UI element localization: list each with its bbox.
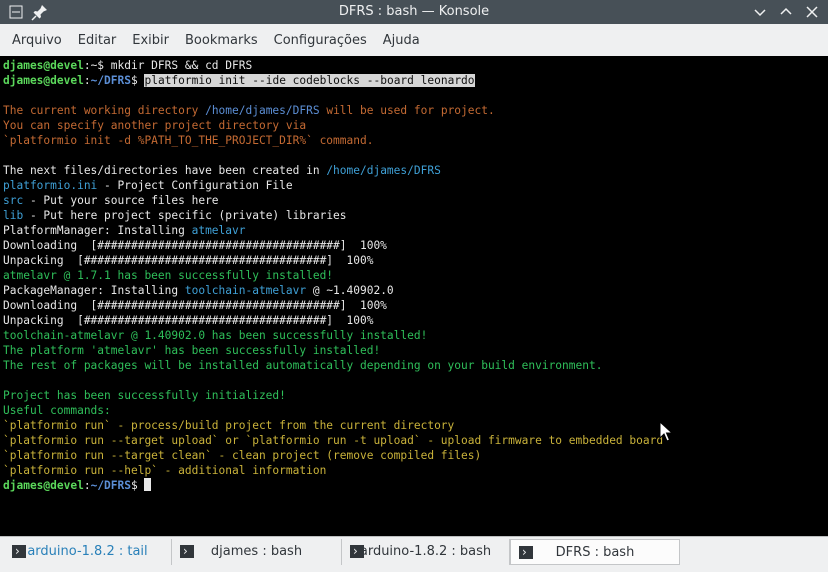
terminal-segment: Project has been successfully initialize… xyxy=(3,389,286,402)
tab-arduino-bash[interactable]: arduino-1.8.2 : bash xyxy=(342,538,510,565)
terminal-segment: PackageManager: Installing xyxy=(3,284,185,297)
terminal-view[interactable]: djames@devel:~$ mkdir DFRS && cd DFRS dja… xyxy=(0,56,828,536)
terminal-segment: atmelavr xyxy=(191,224,246,237)
terminal-segment: : xyxy=(83,74,91,87)
terminal-segment: will be used for project. xyxy=(319,104,495,117)
terminal-segment: $ xyxy=(131,74,145,87)
terminal-line: The platform 'atmelavr' has been success… xyxy=(3,343,663,358)
terminal-segment: The rest of packages will be installed a… xyxy=(3,359,603,372)
menu-bookmarks[interactable]: Bookmarks xyxy=(177,24,266,58)
terminal-segment: Downloading [###########################… xyxy=(3,299,387,312)
terminal-line: atmelavr @ 1.7.1 has been successfully i… xyxy=(3,268,663,283)
terminal-cursor xyxy=(144,478,152,491)
terminal-segment: src xyxy=(3,194,24,207)
terminal-line: djames@devel:~/DFRS$ xyxy=(3,478,663,493)
tab-bar: arduino-1.8.2 : tail djames : bash ardui… xyxy=(0,536,828,572)
terminal-segment: Unpacking [#############################… xyxy=(3,314,374,327)
terminal-segment: `platformio run --target upload` or `pla… xyxy=(3,434,664,447)
terminal-line: PackageManager: Installing toolchain-atm… xyxy=(3,283,663,298)
terminal-line: Useful commands: xyxy=(3,403,663,418)
terminal-segment: djames@devel xyxy=(3,59,84,72)
terminal-segment: djames@devel xyxy=(3,479,84,492)
terminal-output: djames@devel:~$ mkdir DFRS && cd DFRS dja… xyxy=(3,58,663,493)
terminal-line: src - Put your source files here xyxy=(3,193,663,208)
terminal-line: `platformio run --target upload` or `pla… xyxy=(3,433,663,448)
menu-editar[interactable]: Editar xyxy=(70,24,125,58)
terminal-segment: `platformio init -d %PATH_TO_THE_PROJECT… xyxy=(3,134,374,147)
tab-label: DFRS : bash xyxy=(555,545,635,560)
chevron-down-icon[interactable] xyxy=(748,0,772,24)
terminal-segment: atmelavr @ 1.7.1 has been successfully i… xyxy=(3,269,334,282)
terminal-segment: The next files/directories have been cre… xyxy=(3,164,327,177)
terminal-line: `platformio run` - process/build project… xyxy=(3,418,663,433)
terminal-segment: PlatformManager: Installing xyxy=(3,224,192,237)
terminal-line: `platformio run --target clean` - clean … xyxy=(3,448,663,463)
terminal-line: `platformio init -d %PATH_TO_THE_PROJECT… xyxy=(3,133,663,148)
terminal-line: djames@devel:~/DFRS$ platformio init --i… xyxy=(3,73,663,88)
terminal-segment: djames@devel xyxy=(3,74,84,87)
mouse-pointer-icon xyxy=(659,421,673,442)
tab-label: djames : bash xyxy=(210,544,303,559)
tab-label: arduino-1.8.2 : tail xyxy=(27,544,148,559)
menu-configuracoes[interactable]: Configurações xyxy=(266,24,375,58)
terminal-segment: `platformio run --help` - additional inf… xyxy=(3,464,327,477)
terminal-line: PlatformManager: Installing atmelavr xyxy=(3,223,663,238)
terminal-segment: The current working directory xyxy=(3,104,206,117)
terminal-segment: - Project Configuration File xyxy=(97,179,293,192)
terminal-line: Downloading [###########################… xyxy=(3,298,663,313)
terminal-line: djames@devel:~$ mkdir DFRS && cd DFRS xyxy=(3,58,663,73)
terminal-line: Unpacking [#############################… xyxy=(3,253,663,268)
window-title: DFRS : bash — Konsole xyxy=(338,4,490,19)
terminal-line: Project has been successfully initialize… xyxy=(3,388,663,403)
tab-djames-bash[interactable]: djames : bash xyxy=(172,538,342,565)
menu-exibir[interactable]: Exibir xyxy=(124,24,177,58)
terminal-segment: Unpacking [#############################… xyxy=(3,254,374,267)
tab-label: arduino-1.8.2 : bash xyxy=(359,544,492,559)
terminal-line: The rest of packages will be installed a… xyxy=(3,358,663,373)
terminal-segment: `platformio run` - process/build project… xyxy=(3,419,455,432)
terminal-segment: /home/djames/DFRS xyxy=(205,104,320,117)
terminal-segment: : xyxy=(83,479,91,492)
terminal-segment: toolchain-atmelavr @ 1.40902.0 has been … xyxy=(3,329,428,342)
terminal-line: lib - Put here project specific (private… xyxy=(3,208,663,223)
terminal-segment: :~$ mkdir DFRS && cd DFRS xyxy=(83,59,253,72)
terminal-segment: ~/DFRS xyxy=(90,479,131,492)
terminal-line: You can specify another project director… xyxy=(3,118,663,133)
tab-dfrs-bash[interactable]: DFRS : bash xyxy=(510,539,680,565)
terminal-segment: platformio.ini xyxy=(3,179,98,192)
terminal-segment: toolchain-atmelavr xyxy=(184,284,307,297)
title-bar: DFRS : bash — Konsole xyxy=(0,0,828,24)
terminal-segment: - Put your source files here xyxy=(23,194,219,207)
menu-arquivo[interactable]: Arquivo xyxy=(0,24,70,58)
terminal-segment: $ xyxy=(131,479,145,492)
menu-bar: Arquivo Editar Exibir Bookmarks Configuraçõe… xyxy=(0,24,828,56)
terminal-segment: Useful commands: xyxy=(3,404,111,417)
terminal-segment: You can specify another project director… xyxy=(3,119,307,132)
terminal-line: toolchain-atmelavr @ 1.40902.0 has been … xyxy=(3,328,663,343)
terminal-line: platformio.ini - Project Configuration F… xyxy=(3,178,663,193)
terminal-line: The next files/directories have been cre… xyxy=(3,163,663,178)
close-icon[interactable] xyxy=(800,0,824,24)
terminal-line: Unpacking [#############################… xyxy=(3,313,663,328)
terminal-segment: `platformio run --target clean` - clean … xyxy=(3,449,482,462)
terminal-segment: lib xyxy=(3,209,24,222)
terminal-segment: ~/DFRS xyxy=(90,74,131,87)
terminal-line: `platformio run --help` - additional inf… xyxy=(3,463,663,478)
terminal-segment: /home/djames/DFRS xyxy=(326,164,441,177)
terminal-segment: - Put here project specific (private) li… xyxy=(23,209,347,222)
tab-arduino-tail[interactable]: arduino-1.8.2 : tail xyxy=(4,538,172,565)
restore-icon[interactable] xyxy=(774,0,798,24)
terminal-segment: @ ~1.40902.0 xyxy=(306,284,394,297)
terminal-segment: Downloading [###########################… xyxy=(3,239,387,252)
terminal-segment: platformio init --ide codeblocks --board… xyxy=(144,74,475,87)
terminal-line: Downloading [###########################… xyxy=(3,238,663,253)
menu-ajuda[interactable]: Ajuda xyxy=(375,24,428,58)
terminal-segment: The platform 'atmelavr' has been success… xyxy=(3,344,381,357)
terminal-line: The current working directory /home/djam… xyxy=(3,103,663,118)
